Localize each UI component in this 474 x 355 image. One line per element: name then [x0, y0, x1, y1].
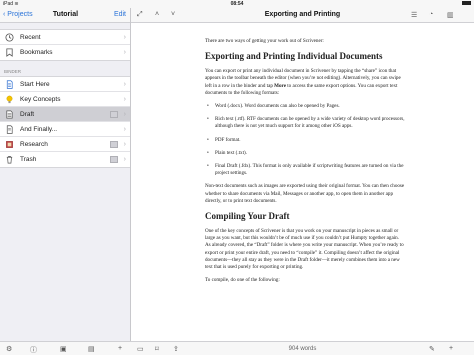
- sidebar-top-group: Recent › Bookmarks ›: [0, 29, 130, 61]
- document-title: Exporting and Printing: [264, 11, 341, 18]
- binder-item-start-here[interactable]: Start Here ›: [0, 77, 130, 92]
- info-icon[interactable]: ⓘ: [30, 345, 37, 355]
- word-count: 904 words: [288, 346, 317, 352]
- chevron-right-icon: ›: [123, 156, 126, 163]
- paragraph: To compile, do one of the following:: [205, 277, 280, 284]
- chevron-right-icon: ›: [123, 126, 126, 133]
- binder-item-label: Key Concepts: [20, 96, 61, 103]
- project-title: Tutorial: [52, 11, 79, 18]
- heading: Compiling Your Draft: [205, 211, 290, 222]
- inspector-icon[interactable]: ▥: [447, 11, 454, 19]
- document-icon: [5, 125, 14, 134]
- status-bar: iPad ≋ 08:54: [0, 0, 474, 8]
- list-item: Plain text (.txt).: [205, 150, 405, 157]
- document-icon: [5, 80, 14, 89]
- compose-icon[interactable]: ✎: [429, 345, 435, 353]
- sidebar-item-recent[interactable]: Recent ›: [0, 30, 130, 45]
- status-time: 08:54: [230, 1, 244, 7]
- binder-item-label: And Finally...: [20, 126, 58, 133]
- chevron-right-icon: ›: [123, 49, 126, 56]
- paragraph: You can export or print any individual d…: [205, 68, 401, 96]
- editor-toolbar: ▭ ⌑ ⇪ 904 words ✎ +: [131, 341, 474, 355]
- trash-icon: [5, 155, 14, 164]
- chevron-right-icon: ›: [123, 81, 126, 88]
- list-item: PDF format.: [205, 137, 405, 144]
- binder-item-trash[interactable]: Trash ›: [0, 152, 130, 167]
- add-icon[interactable]: +: [449, 345, 453, 352]
- document-group-icon: [110, 141, 118, 148]
- sidebar-item-label: Bookmarks: [20, 49, 53, 56]
- settings-icon[interactable]: ⚙: [6, 345, 12, 353]
- binder-sidebar: ‹ Projects Tutorial Edit Recent › Bookma…: [0, 8, 131, 355]
- binder-item-draft[interactable]: Draft ›: [0, 107, 130, 122]
- format-list: Word (.docx). Word documents can also be…: [205, 103, 405, 177]
- document-body[interactable]: There are two ways of getting your work …: [205, 38, 405, 290]
- list-item: Final Draft (.fdx). This format is only …: [205, 163, 405, 177]
- clock-icon: [5, 33, 14, 42]
- binder-item-label: Research: [20, 141, 48, 148]
- bookmark-icon: [5, 48, 14, 57]
- history-icon[interactable]: ◔: [429, 11, 433, 18]
- sidebar-item-bookmarks[interactable]: Bookmarks ›: [0, 45, 130, 60]
- editor-pane: ⤢ ˄ ˅ Exporting and Printing ☰ ◔ ▥ There…: [131, 8, 474, 355]
- chevron-right-icon: ›: [123, 111, 126, 118]
- paragraph: One of the key concepts of Scrivener is …: [205, 228, 404, 271]
- edit-button[interactable]: Edit: [114, 11, 126, 18]
- binder-item-label: Draft: [20, 111, 35, 118]
- document-group-icon: [110, 156, 118, 163]
- sidebar-toolbar: ⚙ ⓘ ▣ ▤ +: [0, 341, 131, 355]
- lightbulb-icon: [5, 95, 14, 104]
- sidebar-item-label: Recent: [20, 34, 41, 41]
- list-item: Rich text (.rtf). RTF documents can be o…: [205, 116, 405, 130]
- chevron-right-icon: ›: [123, 96, 126, 103]
- add-icon[interactable]: +: [118, 345, 122, 352]
- battery-icon: [462, 0, 471, 8]
- document-group-icon: [110, 111, 118, 118]
- new-folder-icon[interactable]: ▣: [60, 345, 67, 353]
- binder-item-label: Start Here: [20, 81, 50, 88]
- paragraph: Non-text documents such as images are ex…: [205, 183, 405, 204]
- chevron-right-icon: ›: [123, 34, 126, 41]
- binder-item-key-concepts[interactable]: Key Concepts ›: [0, 92, 130, 107]
- binder-item-research[interactable]: Research ›: [0, 137, 130, 152]
- binder-item-label: Trash: [20, 156, 37, 163]
- binder-section-label: BINDER: [4, 69, 22, 74]
- research-folder-icon: [5, 140, 14, 149]
- binder-list: Start Here › Key Concepts › Draft › And …: [0, 76, 130, 168]
- list-item: Word (.docx). Word documents can also be…: [205, 103, 405, 110]
- draft-folder-icon: [5, 110, 14, 119]
- sidebar-nav-bar: ‹ Projects Tutorial Edit: [0, 8, 130, 23]
- heading: Exporting and Printing Individual Docume…: [205, 51, 383, 62]
- binder-item-and-finally[interactable]: And Finally... ›: [0, 122, 130, 137]
- chevron-right-icon: ›: [123, 141, 126, 148]
- add-document-icon[interactable]: ▤: [88, 345, 95, 353]
- outline-icon[interactable]: ☰: [411, 11, 417, 19]
- paragraph: There are two ways of getting your work …: [205, 38, 324, 44]
- editor-nav-bar: ⤢ ˄ ˅ Exporting and Printing ☰ ◔ ▥: [131, 8, 474, 23]
